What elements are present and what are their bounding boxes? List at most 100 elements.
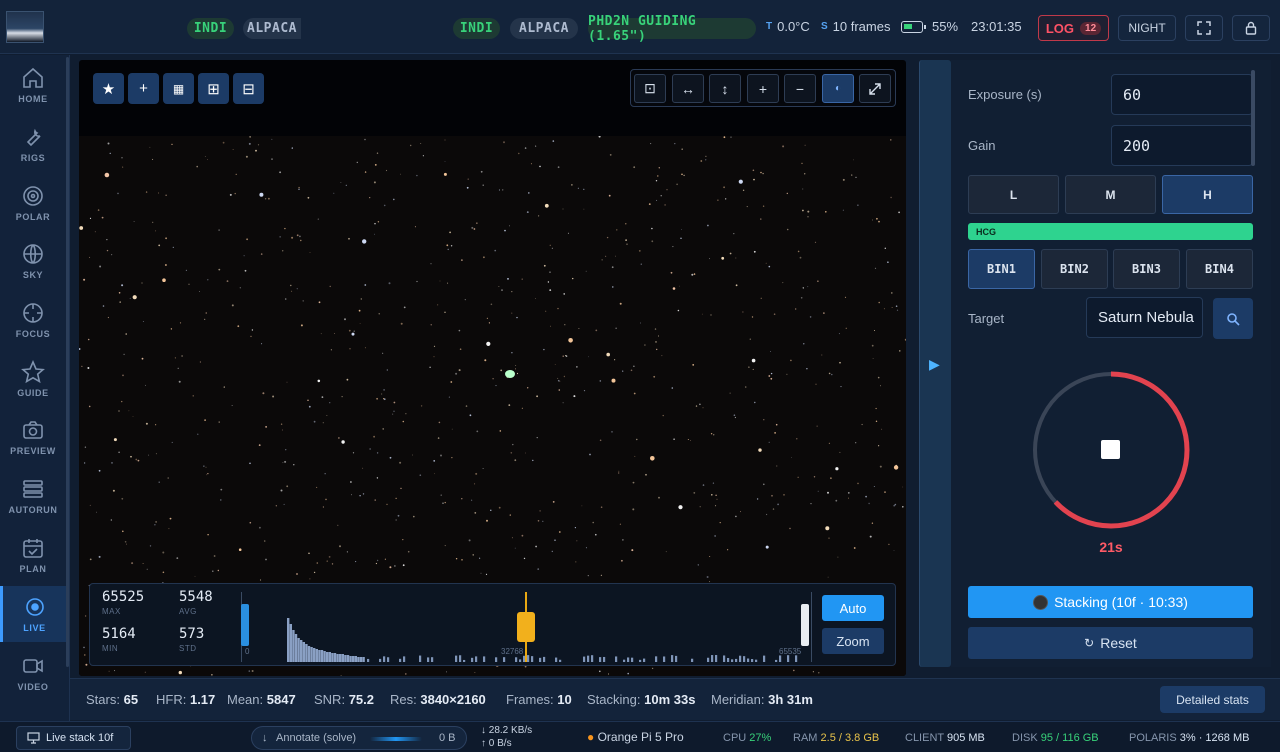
star (840, 386, 842, 388)
sidebar-item-guide[interactable]: GUIDE (0, 351, 66, 407)
white-point-handle[interactable] (801, 604, 809, 646)
alpaca-status-pill[interactable]: ALPACA (510, 18, 578, 39)
fit-width-button[interactable]: ↔ (672, 74, 704, 103)
invert-button[interactable]: ◐ (822, 74, 854, 103)
home-icon (23, 67, 43, 88)
histogram-bar (323, 651, 326, 662)
star (547, 281, 550, 283)
annotate-button[interactable]: ↓ Annotate (solve) 0 B (251, 726, 467, 750)
star (444, 311, 446, 313)
expand-button[interactable] (859, 74, 891, 103)
star (179, 322, 182, 324)
live-stack-button[interactable]: Live stack 10f (16, 726, 131, 750)
gain-mode-m-button[interactable]: M (1065, 175, 1156, 214)
star (464, 299, 466, 301)
target-search-button[interactable] (1213, 298, 1253, 339)
zoom-histogram-button[interactable]: Zoom (822, 628, 884, 654)
zoom-out-button[interactable]: − (784, 74, 816, 103)
sidebar-item-live[interactable]: LIVE (0, 586, 66, 642)
bin3-button[interactable]: BIN3 (1113, 249, 1180, 289)
grid-small-icon: ▦ (172, 81, 185, 96)
lock-button[interactable] (1232, 15, 1270, 41)
star (296, 234, 299, 237)
panel-collapse-strip[interactable]: ▶ (919, 60, 951, 667)
histogram-bar (455, 655, 458, 662)
star (108, 670, 110, 672)
star (137, 459, 140, 462)
midtone-handle[interactable] (517, 612, 535, 642)
star (751, 316, 754, 318)
sidebar-item-video[interactable]: VIDEO (0, 645, 66, 701)
exposure-input[interactable]: 60 (1111, 74, 1253, 115)
fit-height-button[interactable]: ↕ (709, 74, 741, 103)
gain-mode-l-button[interactable]: L (968, 175, 1059, 214)
star (309, 252, 311, 253)
star (712, 482, 715, 484)
star-tool-button[interactable]: ★ (93, 73, 124, 104)
star (554, 539, 556, 541)
star (389, 456, 392, 459)
sidebar-item-polar[interactable]: POLAR (0, 175, 66, 231)
star (89, 558, 92, 561)
star (251, 670, 254, 672)
star (608, 194, 611, 197)
grid-button[interactable]: ⊞ (198, 73, 229, 104)
sidebar-item-plan[interactable]: PLAN (0, 527, 66, 583)
sidebar-item-autorun[interactable]: AUTORUN (0, 468, 66, 524)
zoom-in-button[interactable]: + (747, 74, 779, 103)
app-logo[interactable] (6, 11, 44, 43)
stop-exposure-button[interactable] (1101, 440, 1120, 459)
bin4-button[interactable]: BIN4 (1186, 249, 1253, 289)
star (429, 366, 431, 368)
download-rate-value: 28.2 KB/s (488, 725, 533, 736)
split-view-button[interactable]: ⊟ (233, 73, 264, 104)
sidebar-item-home[interactable]: HOME (0, 57, 66, 113)
black-point-handle[interactable] (241, 604, 249, 646)
star (364, 171, 367, 173)
star (511, 352, 513, 354)
detailed-stats-button[interactable]: Detailed stats (1160, 686, 1265, 713)
image-viewer[interactable]: ★ + ▦ ⊞ ⊟ ⊡ ↔ ↕ + − ◐ 65525 MAX 5548 AVG… (79, 60, 906, 676)
histogram-bar (779, 655, 782, 662)
star (804, 144, 806, 146)
alpaca-status-pill-left[interactable]: ALPACA (243, 18, 301, 39)
sidebar-scrollbar[interactable] (66, 57, 69, 667)
histogram-bar (305, 644, 308, 662)
gain-input[interactable]: 200 (1111, 125, 1253, 166)
reset-button[interactable]: ↻ Reset (968, 627, 1253, 659)
log-button[interactable]: LOG 12 (1038, 15, 1109, 41)
sidebar-item-preview[interactable]: PREVIEW (0, 409, 66, 465)
fullscreen-button[interactable] (1185, 15, 1223, 41)
gain-mode-h-button[interactable]: H (1162, 175, 1253, 214)
indi-status-pill[interactable]: INDI (453, 18, 500, 39)
night-mode-button[interactable]: NIGHT (1118, 15, 1176, 41)
stat-stacking-value: 10m 33s (644, 692, 696, 707)
star (735, 284, 738, 287)
star (340, 182, 342, 183)
grid-icon: ⊞ (207, 80, 220, 98)
target-input[interactable]: Saturn Nebula (1086, 297, 1203, 338)
star (476, 430, 479, 433)
star (672, 246, 674, 248)
guiding-status-pill[interactable]: PHD2N GUIDING (1.65") (588, 14, 756, 44)
panel-scrollbar[interactable] (1251, 70, 1255, 166)
sidebar-item-sky[interactable]: SKY (0, 233, 66, 289)
grid-small-button[interactable]: ▦ (163, 73, 194, 104)
fit-button[interactable]: ⊡ (634, 74, 666, 103)
indi-status-pill-left[interactable]: INDI (187, 18, 234, 39)
crosshair-tool-button[interactable]: + (128, 73, 159, 104)
star (449, 231, 451, 234)
star (402, 564, 405, 567)
star (374, 233, 375, 235)
star (595, 329, 598, 332)
histogram-plot[interactable]: 0 32768 65535 (241, 592, 812, 662)
sidebar-item-focus[interactable]: FOCUS (0, 292, 66, 348)
star (891, 292, 893, 294)
auto-stretch-button[interactable]: Auto (822, 595, 884, 621)
star (828, 537, 830, 539)
sidebar-item-rigs[interactable]: RIGS (0, 116, 66, 172)
bin2-button[interactable]: BIN2 (1041, 249, 1108, 289)
bin1-button[interactable]: BIN1 (968, 249, 1035, 289)
stacking-button[interactable]: Stacking (10f · 10:33) (968, 586, 1253, 618)
battery-icon (901, 20, 926, 33)
